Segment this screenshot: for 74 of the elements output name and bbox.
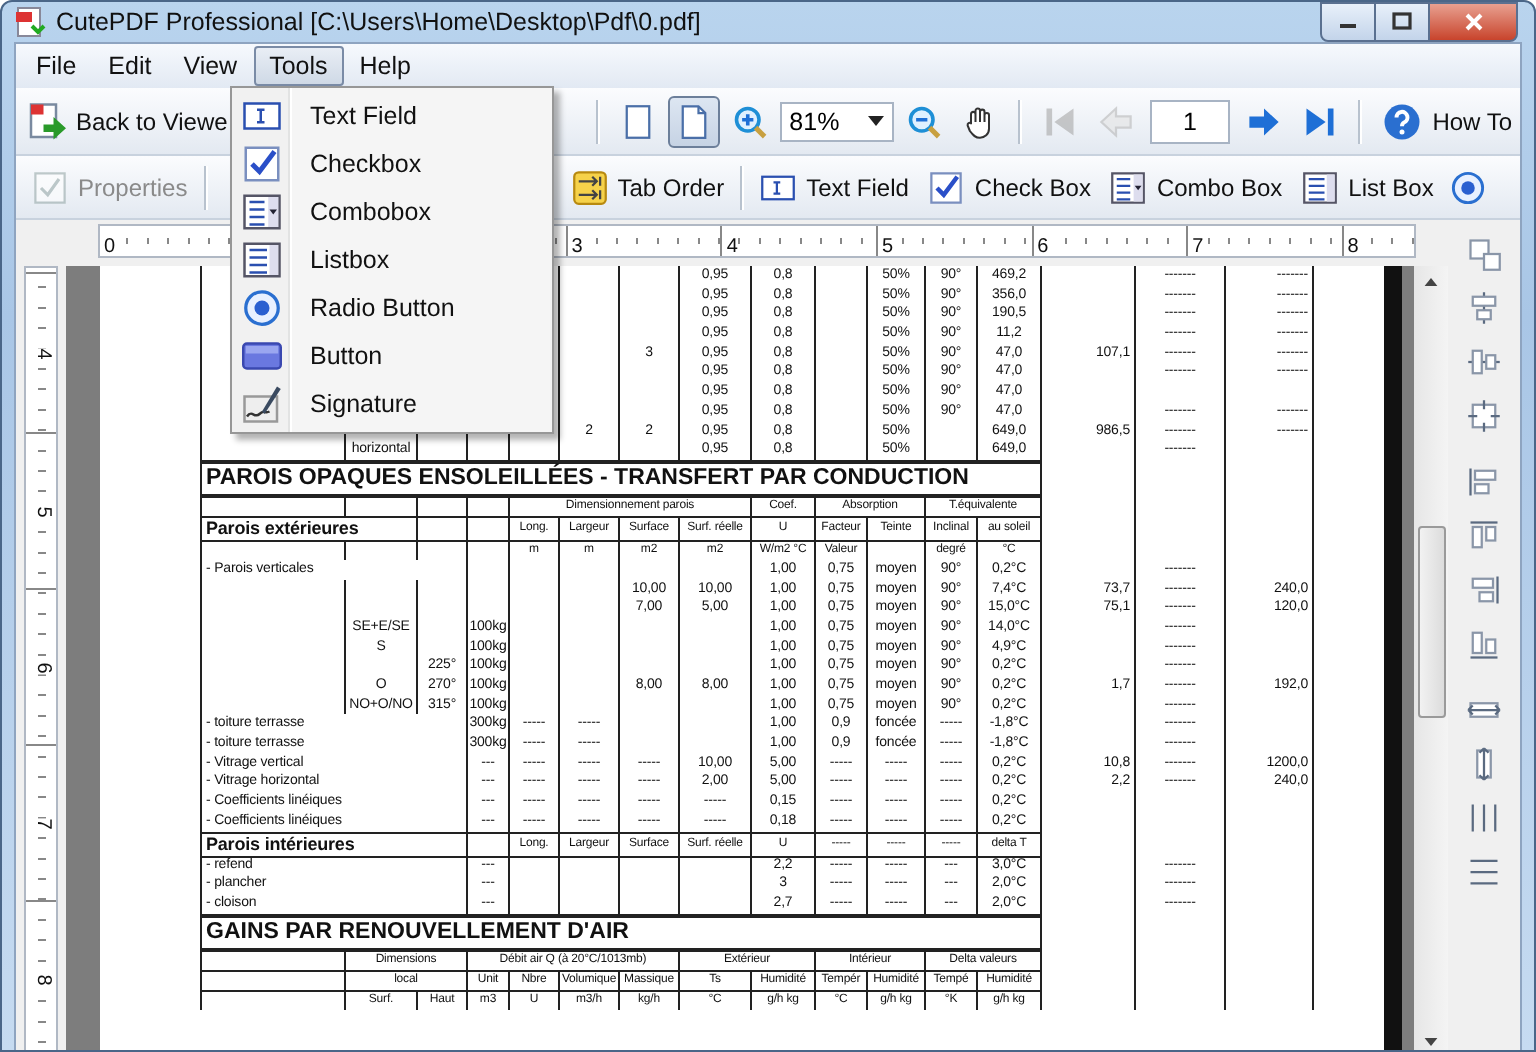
minimize-button[interactable] xyxy=(1320,2,1376,42)
menu-item[interactable]: View xyxy=(167,46,254,86)
left-arrow-icon xyxy=(1097,103,1134,139)
menu-item[interactable]: Radio Button xyxy=(236,284,548,332)
checkbox-icon xyxy=(32,169,68,205)
layout-tool-icon[interactable] xyxy=(1466,236,1502,272)
right-arrow-icon xyxy=(1246,103,1283,139)
layout-tool-icon[interactable] xyxy=(1466,290,1502,326)
checkbox-button[interactable]: Check Box xyxy=(920,161,1099,213)
scroll-down-icon[interactable] xyxy=(1424,1038,1438,1046)
ruler-number: 7 xyxy=(1188,236,1204,256)
combobox-button[interactable]: Combo Box xyxy=(1102,161,1291,213)
ruler-number: 0 xyxy=(100,236,116,256)
layout-tool-icon[interactable] xyxy=(1466,518,1502,554)
menu-item[interactable]: Edit xyxy=(92,46,168,86)
tab-order-button[interactable]: Tab Order xyxy=(563,161,733,213)
scroll-up-icon[interactable] xyxy=(1424,278,1438,286)
layout-tool-icon[interactable] xyxy=(1466,464,1502,500)
ruler-number: 5 xyxy=(31,505,51,517)
scrollbar-thumb[interactable] xyxy=(1417,526,1445,718)
pdf-document-icon xyxy=(14,6,46,38)
layout-tool-icon[interactable] xyxy=(1466,344,1502,380)
first-page-icon xyxy=(1041,103,1078,139)
signature-pen-icon xyxy=(242,384,282,424)
combobox-icon xyxy=(1110,169,1147,205)
combobox-icon xyxy=(242,192,282,232)
zoom-out-icon xyxy=(905,103,942,139)
page-number-field[interactable]: 1 xyxy=(1149,99,1231,143)
help-icon xyxy=(1382,101,1423,141)
ruler-number: 8 xyxy=(1343,236,1359,256)
menu-item[interactable]: Combobox xyxy=(236,188,548,236)
menu-item[interactable]: Button xyxy=(236,332,548,380)
menu-item[interactable]: File xyxy=(20,46,93,86)
maximize-button[interactable] xyxy=(1374,2,1430,42)
vertical-scrollbar[interactable] xyxy=(1414,266,1448,1050)
zoom-in-icon xyxy=(731,103,768,139)
layout-tool-icon[interactable] xyxy=(1466,398,1502,434)
layout-tool-icon[interactable] xyxy=(1466,854,1502,890)
menu-item[interactable]: Help xyxy=(343,46,427,86)
maximize-icon xyxy=(1392,12,1412,32)
ruler-number: 8 xyxy=(31,973,51,985)
help-button[interactable]: How To xyxy=(1374,95,1521,147)
button-icon xyxy=(242,336,282,376)
menu-item[interactable]: Text Field xyxy=(236,92,548,140)
pdf-page-arrow-icon xyxy=(26,101,66,141)
menu-item[interactable]: Signature xyxy=(236,380,548,428)
ruler-number: 6 xyxy=(31,661,51,673)
ruler-number: 4 xyxy=(722,236,738,256)
ruler-number: 5 xyxy=(877,236,894,256)
text-field-icon xyxy=(242,96,282,136)
radio-button-icon xyxy=(1449,169,1486,205)
close-icon xyxy=(1463,12,1483,32)
ruler-number: 6 xyxy=(1033,236,1049,256)
layout-tool-icon[interactable] xyxy=(1466,572,1502,608)
layout-tool-icon[interactable] xyxy=(1466,626,1502,662)
listbox-icon xyxy=(1302,169,1339,205)
window-title: CutePDF Professional [C:\Users\Home\Desktop\Pdf\0.pdf] xyxy=(56,8,703,36)
menu-item[interactable]: Checkbox xyxy=(236,140,548,188)
tab-order-icon xyxy=(571,169,608,205)
zoom-dropdown[interactable]: 81% xyxy=(779,101,894,141)
caret-icon xyxy=(867,116,884,126)
menu-item[interactable]: Tools xyxy=(253,46,344,86)
text-field-button[interactable]: Text Field xyxy=(752,161,917,213)
checkbox-icon xyxy=(928,169,965,205)
menu-item[interactable]: Listbox xyxy=(236,236,548,284)
checkbox-icon xyxy=(242,144,282,184)
listbox-button[interactable]: List Box xyxy=(1294,161,1442,213)
close-button[interactable] xyxy=(1428,2,1518,42)
radio-button-icon xyxy=(242,288,282,328)
ruler-number: 3 xyxy=(567,236,583,256)
listbox-icon xyxy=(242,240,282,280)
layout-tool-icon[interactable] xyxy=(1466,800,1502,836)
last-page-icon xyxy=(1302,103,1339,139)
page-facing-button[interactable] xyxy=(667,95,720,147)
